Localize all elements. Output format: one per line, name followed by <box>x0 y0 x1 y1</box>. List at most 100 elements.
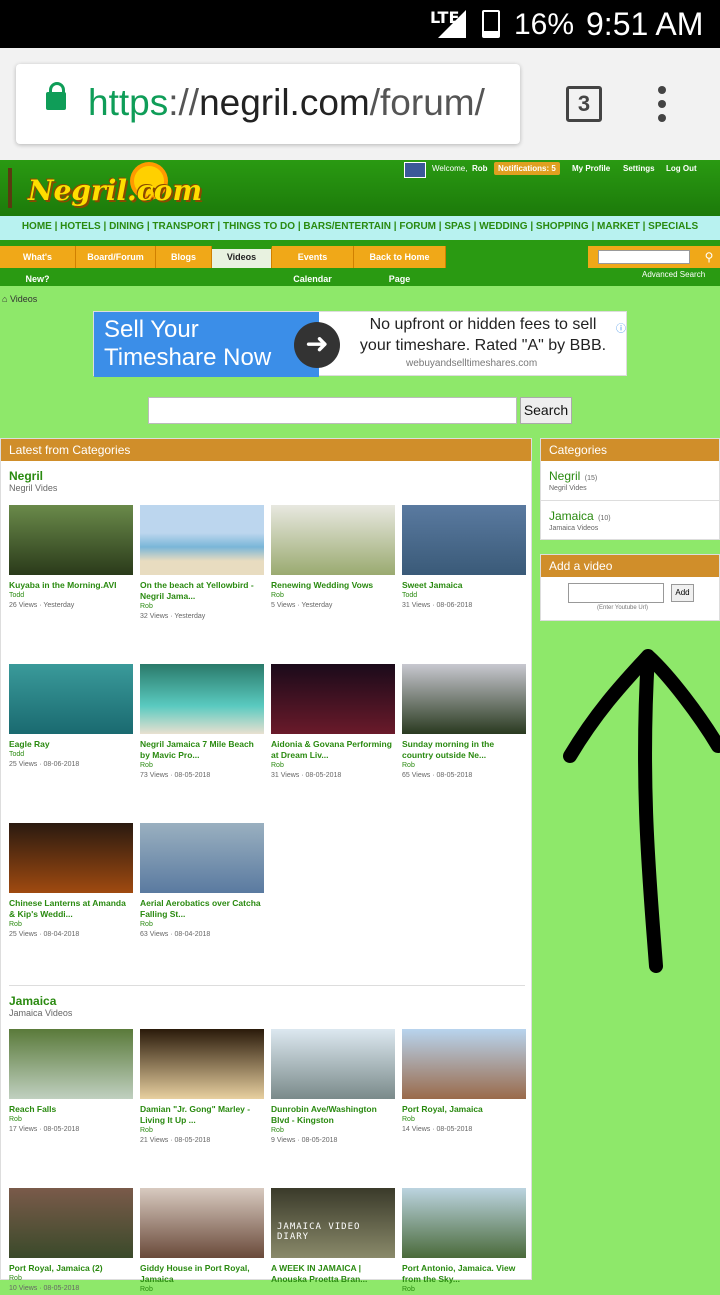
category-item-jamaica[interactable]: Jamaica (10) Jamaica Videos <box>541 501 719 541</box>
category-title[interactable]: Negril <box>9 469 525 483</box>
video-thumbnail[interactable] <box>140 1188 264 1258</box>
username[interactable]: Rob <box>472 164 488 173</box>
video-title[interactable]: Sweet Jamaica <box>402 580 526 591</box>
site-logo[interactable]: Negril.com <box>6 164 202 214</box>
tab-videos[interactable]: Videos <box>212 246 272 268</box>
video-item[interactable]: Sweet Jamaica Todd 31 Views · 08-06-2018 <box>402 505 526 611</box>
video-thumbnail[interactable] <box>140 505 264 575</box>
video-author[interactable]: Rob <box>9 1274 133 1284</box>
search-icon[interactable]: ⚲ <box>700 248 718 266</box>
add-video-button[interactable]: Add <box>671 584 694 602</box>
video-author[interactable]: Rob <box>140 761 264 771</box>
video-item[interactable]: Reach Falls Rob 17 Views · 08-05-2018 <box>9 1029 133 1135</box>
video-thumbnail[interactable] <box>402 505 526 575</box>
video-author[interactable]: Rob <box>9 1115 133 1125</box>
video-thumbnail[interactable] <box>9 1029 133 1099</box>
video-item[interactable]: Giddy House in Port Royal, Jamaica Rob <box>140 1188 264 1295</box>
video-author[interactable]: Rob <box>402 761 526 771</box>
home-icon[interactable]: ⌂ <box>2 294 7 304</box>
video-title[interactable]: Damian "Jr. Gong" Marley - Living It Up … <box>140 1104 264 1126</box>
video-author[interactable]: Rob <box>402 1115 526 1125</box>
video-item[interactable]: Aidonia & Govana Performing at Dream Liv… <box>271 664 395 781</box>
address-bar[interactable]: https://negril.com/forum/ <box>16 64 520 144</box>
video-title[interactable]: Port Antonio, Jamaica. View from the Sky… <box>402 1263 526 1285</box>
video-thumbnail[interactable] <box>140 664 264 734</box>
video-title[interactable]: Port Royal, Jamaica <box>402 1104 526 1115</box>
video-title[interactable]: Renewing Wedding Vows <box>271 580 395 591</box>
video-title[interactable]: Port Royal, Jamaica (2) <box>9 1263 133 1274</box>
video-item[interactable]: Chinese Lanterns at Amanda & Kip's Weddi… <box>9 823 133 940</box>
url-text[interactable]: https://negril.com/forum/ <box>88 82 485 124</box>
video-item[interactable]: Damian "Jr. Gong" Marley - Living It Up … <box>140 1029 264 1146</box>
category-title[interactable]: Jamaica <box>9 994 525 1008</box>
video-title[interactable]: Reach Falls <box>9 1104 133 1115</box>
video-item[interactable]: Negril Jamaica 7 Mile Beach by Mavic Pro… <box>140 664 264 781</box>
tab-board-forum[interactable]: Board/Forum <box>76 246 156 268</box>
video-thumbnail[interactable] <box>402 1029 526 1099</box>
video-author[interactable]: Todd <box>402 591 526 601</box>
video-item[interactable]: Renewing Wedding Vows Rob 5 Views · Yester… <box>271 505 395 611</box>
video-item[interactable]: Eagle Ray Todd 25 Views · 08-06-2018 <box>9 664 133 770</box>
video-item[interactable]: Sunday morning in the country outside Ne… <box>402 664 526 781</box>
video-author[interactable]: Rob <box>140 1126 264 1136</box>
advanced-search-link[interactable]: Advanced Search <box>642 270 705 279</box>
search-button[interactable]: Search <box>520 397 572 424</box>
video-item[interactable]: Aerial Aerobatics over Catcha Falling St… <box>140 823 264 940</box>
video-title[interactable]: Chinese Lanterns at Amanda & Kip's Weddi… <box>9 898 133 920</box>
info-icon[interactable]: ⓘ <box>616 320 626 335</box>
video-title[interactable]: Negril Jamaica 7 Mile Beach by Mavic Pro… <box>140 739 264 761</box>
video-author[interactable]: Todd <box>9 591 133 601</box>
tab-back-home[interactable]: Back to Home Page <box>354 246 446 284</box>
video-title[interactable]: A WEEK IN JAMAICA | Anouska Proetta Bran… <box>271 1263 395 1285</box>
ad-banner[interactable]: Sell Your Timeshare Now ➜ No upfront or … <box>93 311 627 377</box>
video-title[interactable]: Aerial Aerobatics over Catcha Falling St… <box>140 898 264 920</box>
video-item[interactable]: Port Royal, Jamaica (2) Rob 10 Views · 08-… <box>9 1188 133 1294</box>
video-author[interactable]: Todd <box>9 750 133 760</box>
video-thumbnail[interactable] <box>402 664 526 734</box>
video-title[interactable]: Aidonia & Govana Performing at Dream Liv… <box>271 739 395 761</box>
tab-whats-new[interactable]: What's New? <box>0 246 76 284</box>
video-title[interactable]: Kuyaba in the Morning.AVI <box>9 580 133 591</box>
video-title[interactable]: Dunrobin Ave/Washington Blvd - Kingston <box>271 1104 395 1126</box>
video-author[interactable]: Rob <box>271 591 395 601</box>
category-item-negril[interactable]: Negril (15) Negril Vides <box>541 461 719 501</box>
video-item[interactable]: Port Antonio, Jamaica. View from the Sky… <box>402 1188 526 1295</box>
video-author[interactable]: Rob <box>402 1285 526 1295</box>
video-author[interactable]: Rob <box>140 1285 264 1295</box>
video-author[interactable]: Rob <box>9 920 133 930</box>
arrow-right-icon[interactable]: ➜ <box>294 322 340 368</box>
video-thumbnail[interactable]: JAMAICA VIDEO DIARY <box>271 1188 395 1258</box>
video-item[interactable]: Dunrobin Ave/Washington Blvd - Kingston R… <box>271 1029 395 1146</box>
tab-switcher-button[interactable]: 3 <box>566 86 602 122</box>
video-thumbnail[interactable] <box>271 505 395 575</box>
video-thumbnail[interactable] <box>271 664 395 734</box>
settings-link[interactable]: Settings <box>623 164 655 173</box>
video-item[interactable]: On the beach at Yellowbird - Negril Jama… <box>140 505 264 622</box>
video-author[interactable]: Rob <box>271 761 395 771</box>
video-title[interactable]: Giddy House in Port Royal, Jamaica <box>140 1263 264 1285</box>
video-thumbnail[interactable] <box>9 1188 133 1258</box>
video-author[interactable]: Rob <box>271 1126 395 1136</box>
tab-events-calendar[interactable]: Events Calendar <box>272 246 354 284</box>
video-author[interactable]: Rob <box>140 602 264 612</box>
video-author[interactable]: Rob <box>140 920 264 930</box>
header-search-input[interactable] <box>598 250 690 264</box>
tab-blogs[interactable]: Blogs <box>156 246 212 268</box>
video-item[interactable]: Kuyaba in the Morning.AVI Todd 26 Views · … <box>9 505 133 611</box>
main-nav[interactable]: HOME | HOTELS | DINING | TRANSPORT | THI… <box>0 216 720 240</box>
youtube-url-input[interactable] <box>568 583 664 603</box>
facebook-avatar-icon[interactable] <box>404 162 426 178</box>
video-thumbnail[interactable] <box>402 1188 526 1258</box>
video-thumbnail[interactable] <box>271 1029 395 1099</box>
video-item[interactable]: Port Royal, Jamaica Rob 14 Views · 08-05-2… <box>402 1029 526 1135</box>
video-thumbnail[interactable] <box>140 823 264 893</box>
video-thumbnail[interactable] <box>9 664 133 734</box>
overflow-menu-icon[interactable] <box>658 86 666 126</box>
video-thumbnail[interactable] <box>140 1029 264 1099</box>
notifications-button[interactable]: Notifications: 5 <box>494 162 560 175</box>
video-title[interactable]: On the beach at Yellowbird - Negril Jama… <box>140 580 264 602</box>
logout-link[interactable]: Log Out <box>666 164 697 173</box>
video-title[interactable]: Eagle Ray <box>9 739 133 750</box>
my-profile-link[interactable]: My Profile <box>572 164 610 173</box>
video-search-input[interactable] <box>148 397 517 424</box>
